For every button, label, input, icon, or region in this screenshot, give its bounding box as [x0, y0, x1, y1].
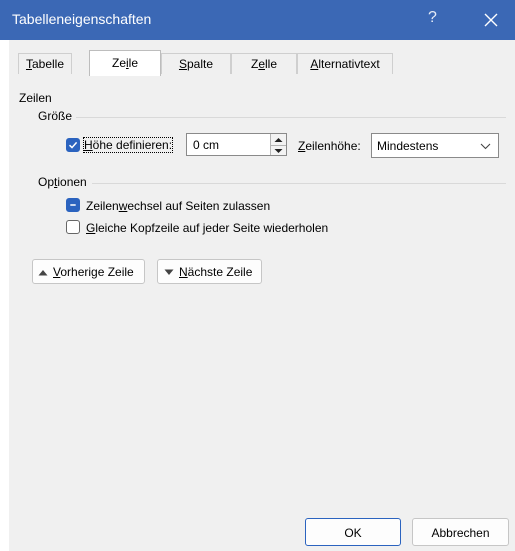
height-value-input[interactable]	[191, 137, 263, 153]
checkmark-icon	[68, 141, 78, 149]
previous-row-button[interactable]: Vorherige Zeile	[32, 259, 145, 284]
row-height-label: Zeilenhöhe:	[298, 139, 361, 153]
section-label-zeilen: Zeilen	[19, 91, 52, 105]
tab-zelle[interactable]: Zelle	[231, 53, 297, 74]
height-checkbox-label: Höhe definieren:	[82, 137, 174, 153]
height-value-field[interactable]	[186, 133, 287, 156]
repeat-header-checkbox[interactable]	[66, 220, 80, 234]
row-height-mode-select[interactable]: Mindestens	[371, 133, 499, 158]
ok-button[interactable]: OK	[305, 518, 401, 546]
cancel-button[interactable]: Abbrechen	[412, 518, 509, 546]
group-divider	[76, 117, 506, 118]
spin-up-icon	[274, 138, 283, 142]
height-checkbox[interactable]	[66, 138, 80, 152]
close-icon	[484, 13, 498, 27]
close-button[interactable]	[474, 6, 508, 34]
tab-zeile[interactable]: Zeile	[89, 50, 161, 76]
help-button[interactable]: ?	[428, 9, 437, 27]
triangle-down-icon	[164, 269, 174, 275]
table-properties-dialog: Tabelleneigenschaften ? Tabelle Zeile Sp…	[0, 0, 515, 551]
next-row-button[interactable]: Nächste Zeile	[157, 259, 262, 284]
group-label-optionen: Optionen	[38, 175, 87, 189]
tab-tabelle[interactable]: Tabelle	[18, 53, 72, 74]
chevron-down-icon	[480, 143, 491, 150]
row-height-mode-value: Mindestens	[377, 139, 439, 153]
spin-down-button[interactable]	[271, 145, 286, 156]
triangle-up-icon	[38, 270, 48, 276]
height-spinner[interactable]	[270, 134, 286, 155]
tab-spalte[interactable]: Spalte	[161, 53, 231, 74]
repeat-header-label: Gleiche Kopfzeile auf jeder Seite wieder…	[86, 221, 329, 235]
title-bar: Tabelleneigenschaften ?	[0, 0, 515, 40]
allow-row-break-label: Zeilenwechsel auf Seiten zulassen	[86, 199, 271, 213]
spin-down-icon	[274, 149, 283, 153]
indeterminate-icon	[70, 204, 76, 206]
group-divider	[92, 183, 506, 184]
allow-row-break-checkbox[interactable]	[66, 198, 80, 212]
group-label-groesse: Größe	[38, 109, 73, 123]
tab-alternativtext[interactable]: Alternativtext	[297, 53, 393, 74]
window-title: Tabelleneigenschaften	[12, 11, 152, 27]
